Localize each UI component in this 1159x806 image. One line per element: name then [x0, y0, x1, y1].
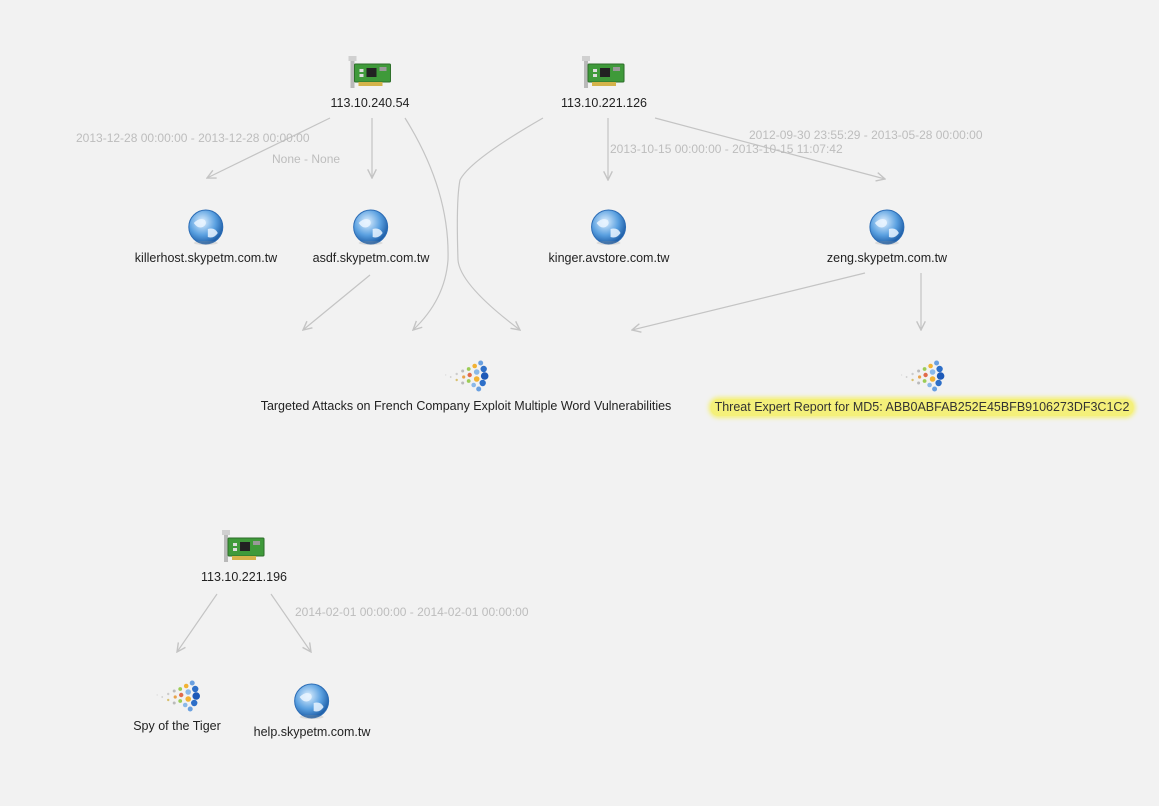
- node-ip-113-10-221-196[interactable]: 113.10.221.196: [201, 528, 287, 586]
- globe-icon: [591, 209, 627, 245]
- node-label: kinger.avstore.com.tw: [548, 251, 670, 265]
- dot-burst-icon: [445, 360, 489, 392]
- node-ip-113-10-240-54[interactable]: 113.10.240.54: [330, 54, 410, 112]
- edge-label-ip196-help: 2014-02-01 00:00:00 - 2014-02-01 00:00:0…: [295, 605, 529, 619]
- globe-icon: [294, 683, 330, 719]
- edge-ip196-help: [270, 593, 311, 652]
- dot-burst-icon: [156, 680, 200, 712]
- network-card-icon: [222, 530, 265, 562]
- edge-asdf-targeted: [303, 274, 371, 330]
- node-label: 113.10.221.196: [201, 570, 287, 584]
- dot-burst-icon: [901, 360, 945, 392]
- edge-label-ip126-zeng: 2012-09-30 23:55:29 - 2013-05-28 00:00:0…: [749, 128, 983, 142]
- network-card-icon: [582, 56, 625, 88]
- node-host-asdf[interactable]: asdf.skypetm.com.tw: [312, 207, 430, 267]
- node-label: help.skypetm.com.tw: [253, 725, 371, 739]
- graph-canvas[interactable]: 2013-12-28 00:00:00 - 2013-12-28 00:00:0…: [0, 0, 1159, 806]
- network-card-icon: [347, 56, 391, 88]
- node-label-highlighted: Threat Expert Report for MD5: ABB0ABFAB2…: [710, 399, 1134, 416]
- node-report-spy-of-the-tiger[interactable]: Spy of the Tiger: [133, 675, 221, 735]
- edge-label-ip126-kinger: 2013-10-15 00:00:00 - 2013-10-15 11:07:4…: [610, 142, 843, 156]
- node-label: 113.10.240.54: [330, 96, 410, 110]
- edge-zeng-targeted: [632, 272, 866, 330]
- edge-label-ip240-asdf: None - None: [272, 152, 341, 166]
- edge-ip196-spy-tiger: [177, 593, 218, 652]
- globe-icon: [188, 209, 224, 245]
- node-label: zeng.skypetm.com.tw: [826, 251, 948, 265]
- node-host-zeng[interactable]: zeng.skypetm.com.tw: [827, 207, 947, 267]
- edge-ip126-targeted: [456, 117, 544, 330]
- node-label: killerhost.skypetm.com.tw: [134, 251, 278, 265]
- globe-icon: [869, 209, 905, 245]
- globe-icon: [353, 209, 389, 245]
- node-ip-113-10-221-126[interactable]: 113.10.221.126: [561, 54, 647, 112]
- node-host-help[interactable]: help.skypetm.com.tw: [253, 681, 371, 741]
- node-label: 113.10.221.126: [561, 96, 647, 110]
- node-label: Spy of the Tiger: [133, 719, 221, 733]
- edge-ip240-killerhost: [207, 117, 331, 178]
- node-report-targeted-attacks[interactable]: Targeted Attacks on French Company Explo…: [260, 355, 672, 415]
- node-host-kinger[interactable]: kinger.avstore.com.tw: [548, 207, 670, 267]
- node-label: asdf.skypetm.com.tw: [312, 251, 430, 265]
- node-host-killerhost[interactable]: killerhost.skypetm.com.tw: [135, 207, 277, 267]
- edge-label-ip240-killerhost: 2013-12-28 00:00:00 - 2013-12-28 00:00:0…: [76, 131, 310, 145]
- node-label: Targeted Attacks on French Company Explo…: [260, 399, 672, 413]
- node-report-threat-expert[interactable]: Threat Expert Report for MD5: ABB0ABFAB2…: [710, 355, 1134, 416]
